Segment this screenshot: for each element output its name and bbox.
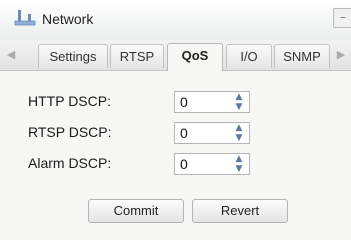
- alarm-dscp-label: Alarm DSCP:: [28, 155, 112, 171]
- tab-settings[interactable]: Settings: [38, 44, 108, 68]
- tab-strip: ◀ Settings RTSP QoS I/O SNMP ▶: [0, 40, 351, 71]
- alarm-dscp-stepper: ▲ ▼: [174, 153, 250, 175]
- alarm-dscp-spin-buttons: ▲ ▼: [229, 154, 249, 174]
- tab-io[interactable]: I/O: [226, 44, 272, 68]
- title-bar: Network –: [0, 0, 351, 40]
- chevron-down-icon[interactable]: ▼: [229, 102, 249, 112]
- http-dscp-spin-buttons: ▲ ▼: [229, 92, 249, 112]
- minimize-button[interactable]: –: [333, 8, 351, 28]
- rtsp-dscp-input[interactable]: [175, 123, 230, 143]
- http-dscp-input[interactable]: [175, 92, 230, 112]
- rtsp-dscp-stepper: ▲ ▼: [174, 122, 250, 144]
- http-dscp-stepper: ▲ ▼: [174, 91, 250, 113]
- network-icon: [14, 8, 36, 28]
- revert-button[interactable]: Revert: [192, 199, 288, 223]
- tab-qos[interactable]: QoS: [167, 43, 223, 71]
- rtsp-dscp-spin-buttons: ▲ ▼: [229, 123, 249, 143]
- chevron-up-icon[interactable]: ▲: [229, 123, 249, 133]
- tab-rtsp[interactable]: RTSP: [110, 44, 164, 68]
- chevron-down-icon[interactable]: ▼: [229, 133, 249, 143]
- window-title: Network: [42, 11, 94, 27]
- chevron-up-icon[interactable]: ▲: [229, 154, 249, 164]
- network-panel: Network – ◀ Settings RTSP QoS I/O SNMP ▶…: [0, 0, 351, 240]
- chevron-down-icon[interactable]: ▼: [229, 164, 249, 174]
- chevron-up-icon[interactable]: ▲: [229, 92, 249, 102]
- http-dscp-label: HTTP DSCP:: [28, 93, 111, 109]
- alarm-dscp-input[interactable]: [175, 154, 230, 174]
- tab-snmp[interactable]: SNMP: [274, 44, 330, 68]
- arrow-left-icon[interactable]: ◀: [4, 47, 18, 63]
- rtsp-dscp-label: RTSP DSCP:: [28, 124, 112, 140]
- arrow-right-icon[interactable]: ▶: [334, 47, 348, 63]
- commit-button[interactable]: Commit: [88, 199, 184, 223]
